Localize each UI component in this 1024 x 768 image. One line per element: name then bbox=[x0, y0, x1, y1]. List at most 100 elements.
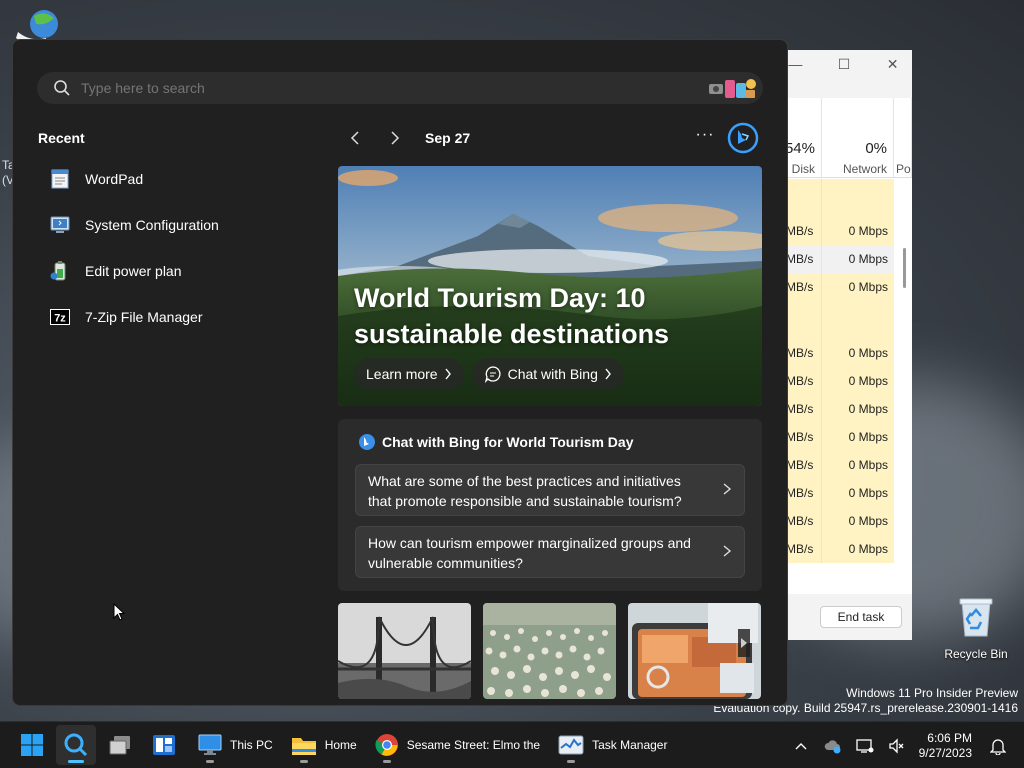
table-row[interactable]: MB/s 0 Mbps bbox=[786, 535, 894, 563]
taskbar-item-task-manager[interactable]: Task Manager bbox=[550, 725, 675, 765]
network-cell: 0 Mbps bbox=[822, 273, 894, 301]
recycle-bin[interactable]: Recycle Bin bbox=[940, 596, 1012, 661]
more-options-button[interactable]: ··· bbox=[693, 126, 717, 144]
search-icon bbox=[64, 733, 88, 757]
recent-item-label: Edit power plan bbox=[85, 263, 182, 279]
volume-button[interactable] bbox=[881, 730, 913, 762]
previous-day-button[interactable] bbox=[343, 126, 367, 150]
learn-more-button[interactable]: Learn more bbox=[354, 358, 464, 390]
highlights-nav: Sep 27 ··· bbox=[343, 122, 763, 154]
taskbar-clock[interactable]: 6:06 PM 9/27/2023 bbox=[919, 731, 972, 761]
caret-right-icon bbox=[741, 638, 747, 648]
bing-chat-icon[interactable] bbox=[727, 122, 759, 154]
recent-item-wordpad[interactable]: WordPad bbox=[43, 156, 323, 202]
close-icon[interactable]: ✕ bbox=[883, 56, 902, 73]
table-row[interactable]: MB/s 0 Mbps bbox=[786, 507, 894, 535]
table-row[interactable]: MB/s 0 Mbps bbox=[786, 273, 894, 301]
table-row[interactable]: MB/s 0 Mbps bbox=[786, 217, 894, 245]
column-disk[interactable]: 54% Disk bbox=[786, 98, 822, 177]
display-settings-button[interactable] bbox=[849, 730, 881, 762]
disk-cell: MB/s bbox=[786, 367, 822, 395]
network-status-button[interactable] bbox=[817, 730, 849, 762]
disk-cell: MB/s bbox=[786, 479, 822, 507]
system-tray: 6:06 PM 9/27/2023 bbox=[785, 722, 1024, 768]
table-row[interactable]: MB/s 0 Mbps bbox=[786, 423, 894, 451]
network-cell: 0 Mbps bbox=[822, 451, 894, 479]
taskbar-item-label: Sesame Street: Elmo the bbox=[406, 738, 541, 752]
table-row[interactable]: MB/s 0 Mbps bbox=[786, 451, 894, 479]
disk-cell: MB/s bbox=[786, 395, 822, 423]
search-box[interactable] bbox=[37, 72, 763, 104]
taskbar-item-this-pc[interactable]: This PC bbox=[190, 725, 281, 765]
network-cell bbox=[822, 301, 894, 339]
windows-logo-icon bbox=[21, 734, 43, 756]
task-manager-window[interactable]: — ☐ ✕ 54% Disk 0% Network Po MB/s 0 Mbps … bbox=[786, 50, 912, 640]
table-row[interactable] bbox=[786, 179, 894, 217]
suggested-question[interactable]: What are some of the best practices and … bbox=[355, 464, 745, 516]
chevron-right-icon bbox=[391, 131, 400, 145]
end-task-button[interactable]: End task bbox=[820, 606, 902, 628]
disk-cell: MB/s bbox=[786, 273, 822, 301]
network-monitor-icon bbox=[855, 738, 874, 753]
table-row[interactable]: MB/s 0 Mbps bbox=[786, 367, 894, 395]
minimize-icon[interactable]: — bbox=[786, 56, 805, 72]
widgets-button[interactable] bbox=[144, 725, 184, 765]
running-indicator bbox=[567, 760, 576, 763]
recycle-bin-icon bbox=[959, 598, 993, 637]
chat-with-bing-label: Chat with Bing bbox=[507, 366, 598, 382]
scrollbar-thumb[interactable] bbox=[903, 248, 906, 288]
table-header: 54% Disk 0% Network Po bbox=[786, 98, 912, 178]
task-manager-titlebar[interactable]: — ☐ ✕ bbox=[786, 50, 912, 78]
recent-item-edit-power-plan[interactable]: Edit power plan bbox=[43, 248, 323, 294]
disk-cell bbox=[786, 179, 822, 217]
taskbar-item-home[interactable]: Home bbox=[283, 725, 365, 765]
active-indicator bbox=[68, 760, 84, 763]
highlight-hero-card[interactable]: World Tourism Day: 10 sustainable destin… bbox=[338, 166, 762, 406]
table-row[interactable]: MB/s 0 Mbps bbox=[786, 395, 894, 423]
table-row[interactable]: MB/s 0 Mbps bbox=[786, 245, 894, 273]
notifications-button[interactable] bbox=[982, 730, 1014, 762]
system-configuration-icon bbox=[50, 216, 70, 233]
maximize-icon[interactable]: ☐ bbox=[835, 56, 854, 73]
disk-cell: MB/s bbox=[786, 507, 822, 535]
power-column-label: Po bbox=[896, 162, 911, 176]
column-network[interactable]: 0% Network bbox=[822, 98, 894, 177]
show-hidden-icons-button[interactable] bbox=[785, 730, 817, 762]
wordpad-icon bbox=[51, 169, 69, 189]
this-pc-icon bbox=[198, 734, 222, 755]
task-manager-icon bbox=[558, 735, 584, 755]
search-taskbar-button[interactable] bbox=[56, 725, 96, 765]
7zip-icon: 7z bbox=[50, 309, 70, 325]
disk-cell: MB/s bbox=[786, 217, 822, 245]
birds-colony-photo-image bbox=[483, 603, 616, 699]
bell-icon bbox=[990, 738, 1006, 755]
taskbar-item-chrome[interactable]: Sesame Street: Elmo the bbox=[367, 725, 548, 765]
task-view-button[interactable] bbox=[100, 725, 140, 765]
next-day-button[interactable] bbox=[383, 126, 407, 150]
recent-item-system-configuration[interactable]: System Configuration bbox=[43, 202, 323, 248]
column-power[interactable]: Po bbox=[894, 98, 912, 177]
disk-percentage: 54% bbox=[786, 140, 815, 157]
search-panel: Recent WordPad System Configuration bbox=[12, 39, 788, 706]
recent-heading: Recent bbox=[38, 130, 85, 146]
recent-list: WordPad System Configuration Edit power … bbox=[43, 156, 323, 340]
search-input[interactable] bbox=[81, 80, 705, 96]
chat-bubble-icon bbox=[484, 366, 501, 383]
thumbnail-card[interactable] bbox=[483, 603, 616, 699]
chat-with-bing-button[interactable]: Chat with Bing bbox=[471, 358, 624, 390]
recent-item-label: System Configuration bbox=[85, 217, 219, 233]
recent-item-7zip-file-manager[interactable]: 7z 7-Zip File Manager bbox=[43, 294, 323, 340]
thumbnails-next-button[interactable] bbox=[738, 629, 750, 657]
table-row[interactable]: MB/s 0 Mbps bbox=[786, 479, 894, 507]
svg-text:7z: 7z bbox=[54, 313, 66, 325]
start-button[interactable] bbox=[12, 725, 52, 765]
table-row[interactable]: MB/s 0 Mbps bbox=[786, 339, 894, 367]
network-cell: 0 Mbps bbox=[822, 217, 894, 245]
thumbnail-card[interactable] bbox=[338, 603, 471, 699]
suggested-question[interactable]: How can tourism empower marginalized gro… bbox=[355, 526, 745, 578]
table-row[interactable] bbox=[786, 301, 894, 339]
question-text: What are some of the best practices and … bbox=[368, 473, 682, 509]
disk-cell: MB/s bbox=[786, 451, 822, 479]
disk-column-label: Disk bbox=[791, 162, 815, 176]
bing-icon bbox=[359, 434, 375, 450]
